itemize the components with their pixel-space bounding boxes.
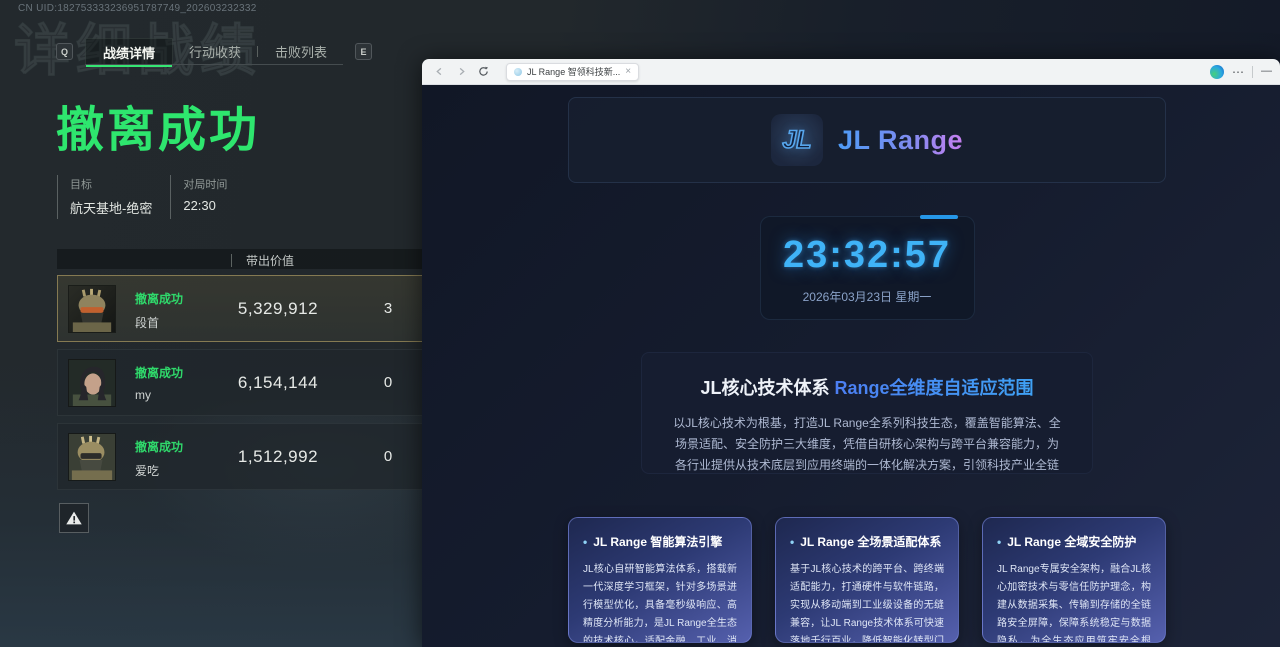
section-title-accent: Range全维度自适应范围 xyxy=(835,378,1034,398)
feature-body: JL核心自研智能算法体系，搭载新一代深度学习框架，针对多场景进行模型优化，具备毫… xyxy=(583,561,737,643)
screen: 详细战绩 CN UID:182753333236951787749_202603… xyxy=(0,0,1280,647)
target-block: 目标 航天基地-绝密 xyxy=(57,175,170,219)
section-description: 以JL核心技术为根基，打造JL Range全系列科技生态，覆盖智能算法、全场景适… xyxy=(672,413,1062,474)
back-button[interactable] xyxy=(430,63,448,81)
clock-accent-tick xyxy=(920,215,958,219)
player-name: 段首 xyxy=(135,314,183,331)
tab-label: 击败列表 xyxy=(275,42,327,61)
feature-card-security[interactable]: •JL Range 全域安全防护 JL Range专属安全架构，融合JL核心加密… xyxy=(982,517,1166,643)
clock-card: 23:32:57 2026年03月23日 星期一 xyxy=(760,216,975,320)
warning-button[interactable] xyxy=(59,503,89,533)
bullet-icon: • xyxy=(997,535,1001,549)
tab-label: 行动收获 xyxy=(189,42,241,61)
webpage-content: JL JL Range 23:32:57 2026年03月23日 星期一 JL核… xyxy=(422,85,1280,647)
player-name: 爱吃 xyxy=(135,462,183,479)
feature-card-adaptation[interactable]: •JL Range 全场景适配体系 基于JL核心技术的跨平台、跨终端适配能力，打… xyxy=(775,517,959,643)
feature-title: •JL Range 全域安全防护 xyxy=(997,533,1151,550)
kill-count: 3 xyxy=(368,300,408,317)
tab-close-icon[interactable]: × xyxy=(625,67,631,77)
jl-logo-icon: JL xyxy=(771,114,823,166)
match-time-block: 对局时间 22:30 xyxy=(170,175,245,219)
feature-card-algorithm[interactable]: •JL Range 智能算法引擎 JL核心自研智能算法体系，搭载新一代深度学习框… xyxy=(568,517,752,643)
browser-tab[interactable]: JL Range 智领科技新... × xyxy=(506,63,639,81)
match-time-label: 对局时间 xyxy=(183,176,227,192)
feature-body: JL Range专属安全架构，融合JL核心加密技术与零信任防护理念，构建从数据采… xyxy=(997,561,1151,643)
browser-window: JL Range 智领科技新... × ⋯ — JL JL Range 23:3… xyxy=(422,59,1280,647)
match-info: 目标 航天基地-绝密 对局时间 22:30 xyxy=(57,175,245,219)
section-title-main: JL核心技术体系 xyxy=(700,378,834,398)
feature-body: 基于JL核心技术的跨平台、跨终端适配能力，打通硬件与软件链路，实现从移动端到工业… xyxy=(790,561,944,643)
hotkey-e-badge: E xyxy=(355,43,372,60)
tab-action-loot[interactable]: 行动收获 xyxy=(173,38,257,65)
status-badge: 撤离成功 xyxy=(135,438,183,455)
tab-label: 战绩详情 xyxy=(103,43,155,62)
tabbar-underline xyxy=(85,64,343,65)
more-menu-icon[interactable]: ⋯ xyxy=(1232,66,1244,78)
clock-date: 2026年03月23日 星期一 xyxy=(761,288,974,305)
window-controls: ⋯ — xyxy=(1210,65,1272,79)
loot-value: 6,154,144 xyxy=(208,373,348,393)
forward-button[interactable] xyxy=(452,63,470,81)
loot-value: 5,329,912 xyxy=(208,299,348,319)
player-info: 撤离成功 爱吃 xyxy=(135,438,183,479)
feature-title: •JL Range 智能算法引擎 xyxy=(583,533,737,550)
minimize-icon[interactable]: — xyxy=(1261,66,1272,77)
avatar-soldier-2 xyxy=(68,433,116,481)
kill-count: 0 xyxy=(368,448,408,465)
player-uid: CN UID:182753333236951787749_20260323233… xyxy=(18,3,257,14)
status-badge: 撤离成功 xyxy=(135,364,183,381)
page-column: JL JL Range 23:32:57 2026年03月23日 星期一 JL核… xyxy=(568,97,1166,643)
feature-title: •JL Range 全场景适配体系 xyxy=(790,533,944,550)
tab-favicon-icon xyxy=(514,68,522,76)
kill-count: 0 xyxy=(368,374,408,391)
bullet-icon: • xyxy=(790,535,794,549)
tab-battle-details[interactable]: 战绩详情 xyxy=(85,38,173,65)
forward-icon xyxy=(457,67,466,76)
tab-title: JL Range 智领科技新... xyxy=(527,65,620,78)
tab-kill-list[interactable]: 击败列表 xyxy=(258,38,344,65)
section-title: JL核心技术体系 Range全维度自适应范围 xyxy=(672,374,1062,400)
match-time-value: 22:30 xyxy=(183,198,227,213)
back-icon xyxy=(435,67,444,76)
status-badge: 撤离成功 xyxy=(135,290,183,307)
loot-value: 1,512,992 xyxy=(208,447,348,467)
warning-icon xyxy=(65,510,83,526)
edge-browser-icon[interactable] xyxy=(1210,65,1224,79)
target-value: 航天基地-绝密 xyxy=(70,198,152,217)
player-info: 撤离成功 my xyxy=(135,364,183,402)
reload-icon xyxy=(478,66,489,77)
results-tabbar: 战绩详情 行动收获 击败列表 xyxy=(85,38,344,65)
player-name: my xyxy=(135,388,183,402)
reload-button[interactable] xyxy=(474,63,492,81)
avatar-woman xyxy=(68,359,116,407)
hotkey-q-badge: Q xyxy=(56,43,73,60)
controls-divider xyxy=(1252,66,1253,78)
brand-header-card: JL JL Range xyxy=(568,97,1166,183)
avatar-soldier xyxy=(68,285,116,333)
browser-toolbar: JL Range 智领科技新... × ⋯ — xyxy=(422,59,1280,85)
brand-name: JL Range xyxy=(838,125,963,156)
player-info: 撤离成功 段首 xyxy=(135,290,183,331)
clock-time: 23:32:57 xyxy=(761,234,974,277)
result-title: 撤离成功 xyxy=(56,90,260,160)
feature-cards: •JL Range 智能算法引擎 JL核心自研智能算法体系，搭载新一代深度学习框… xyxy=(568,517,1166,643)
target-label: 目标 xyxy=(70,176,152,192)
bullet-icon: • xyxy=(583,535,587,549)
intro-section-card: JL核心技术体系 Range全维度自适应范围 以JL核心技术为根基，打造JL R… xyxy=(641,352,1093,474)
column-loot-value: 带出价值 xyxy=(197,252,337,269)
